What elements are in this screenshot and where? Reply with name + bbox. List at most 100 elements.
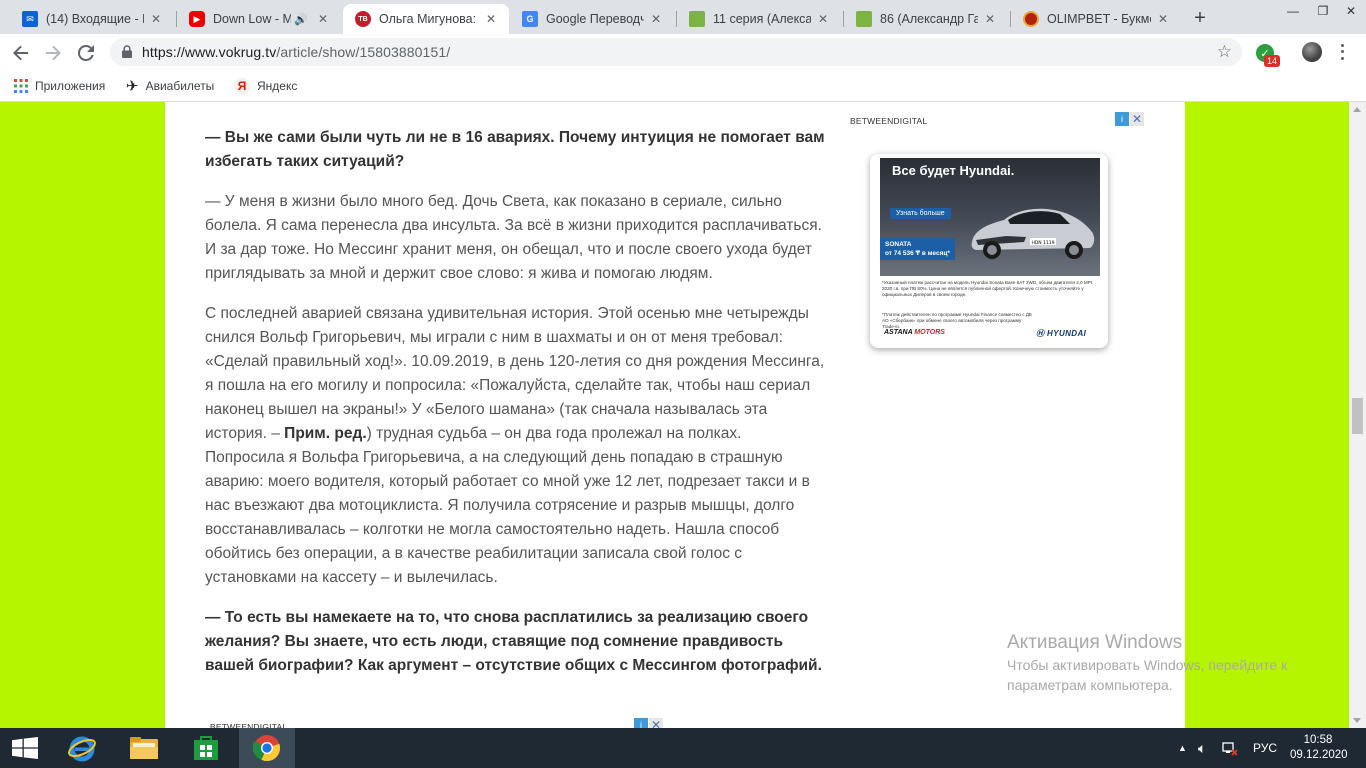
close-icon[interactable]: ✕ [315, 11, 331, 27]
ad-fine-print-2: *Платеж действителен по программе Hyunda… [882, 312, 1032, 329]
taskbar-clock[interactable]: 10:58 09.12.2020 [1290, 733, 1348, 763]
scroll-up-icon[interactable] [1353, 107, 1361, 112]
bookmark-apps[interactable]: Приложения [14, 77, 105, 95]
folder-icon [130, 737, 158, 759]
clock-time: 10:58 [1303, 734, 1333, 746]
ad-model: SONATA [885, 241, 912, 248]
editor-note: Прим. ред. [284, 425, 367, 442]
bookmark-aviabilety[interactable]: ✈ Авиабилеты [126, 77, 214, 95]
close-icon[interactable]: ✕ [1155, 11, 1171, 27]
minimize-button[interactable]: — [1278, 0, 1308, 22]
tab-strip: ✉ (14) Входящие - По ✕ ▶ Down Low - M 🔊 … [0, 0, 1366, 34]
reload-icon [78, 45, 94, 61]
bookmark-label: Яндекс [257, 79, 298, 93]
taskbar-ie[interactable] [54, 728, 110, 768]
ad-plate: HDN 1119 [1031, 240, 1054, 246]
back-button[interactable] [8, 40, 34, 66]
windows-logo-icon [12, 737, 38, 759]
restore-button[interactable]: ❐ [1308, 0, 1338, 22]
airplane-icon: ✈ [126, 78, 139, 95]
ad-close-icon[interactable]: ✕ [649, 718, 663, 728]
extension-badge: 14 [1264, 55, 1281, 67]
ad-network-label: BETWEENDIGITAL [850, 116, 928, 126]
activation-line: Чтобы активировать Windows, перейдите к [1007, 657, 1288, 673]
hyundai-emblem-icon: Ⓗ [1036, 329, 1045, 338]
scroll-down-icon[interactable] [1353, 718, 1361, 723]
forward-button[interactable] [40, 40, 66, 66]
tab-olimpbet[interactable]: OLIMPBET - Букмек ✕ [1011, 4, 1181, 34]
ad-fine-print: *Указанный платеж рассчитан на модель Hy… [882, 280, 1094, 297]
tray-volume[interactable]: 🔈︎ [1198, 728, 1206, 768]
activation-title: Активация Windows [1007, 632, 1183, 653]
ad-info-icon[interactable]: i [1115, 112, 1129, 126]
tab-google-translate[interactable]: G Google Переводчи ✕ [510, 4, 674, 34]
windows-activation-watermark: Активация Windows Чтобы активировать Win… [1007, 632, 1287, 695]
close-window-button[interactable]: ✕ [1336, 0, 1366, 22]
tab-title: 86 (Александр Гаш [880, 12, 978, 26]
bookmark-star-icon[interactable]: ☆ [1217, 42, 1232, 62]
store-icon [194, 736, 218, 760]
ad-image: Все будет Hyundai. Узнать больше SONATA о… [880, 158, 1100, 276]
taskbar-explorer[interactable] [116, 728, 172, 768]
yandex-icon: Я [234, 78, 250, 94]
tray-language[interactable]: РУС [1253, 728, 1277, 768]
interview-answer: С последней аварией связана удивительная… [205, 302, 825, 590]
taskbar-chrome[interactable] [239, 728, 295, 768]
close-icon[interactable]: ✕ [648, 11, 664, 27]
tab-title: Google Переводчи [546, 12, 644, 26]
windows-taskbar: ▲ 🔈︎ РУС 10:58 09.12.2020 [0, 728, 1366, 768]
hyundai-logo: Ⓗ HYUNDAI [1036, 328, 1086, 339]
tray-show-hidden[interactable]: ▲ [1178, 728, 1187, 768]
ad-cta-button[interactable]: Узнать больше [890, 208, 951, 219]
close-icon[interactable]: ✕ [148, 11, 164, 27]
answer-text: С последней аварией связана удивительная… [205, 305, 825, 442]
tab-series-86[interactable]: 86 (Александр Гаш ✕ [844, 4, 1008, 34]
ad-close-icon[interactable]: ✕ [1130, 112, 1144, 126]
olimpbet-icon [1023, 11, 1039, 27]
tray-network[interactable] [1222, 728, 1238, 768]
new-tab-button[interactable]: + [1189, 7, 1211, 29]
taskbar-store[interactable] [178, 728, 234, 768]
bookmark-label: Авиабилеты [145, 79, 215, 93]
arrow-right-icon [46, 45, 61, 61]
scroll-thumb[interactable] [1352, 398, 1363, 434]
google-translate-icon: G [522, 11, 538, 27]
page-scrollbar[interactable] [1349, 102, 1366, 728]
url-host: https://www.vokrug.tv [142, 44, 277, 60]
article-body: — Вы же сами были чуть ли не в 16 авария… [205, 126, 825, 694]
car-image: HDN 1119 [971, 208, 1095, 259]
youtube-icon: ▶ [189, 11, 205, 27]
bookmarks-bar: Приложения ✈ Авиабилеты Я Яндекс [0, 70, 1366, 102]
close-icon[interactable]: ✕ [483, 11, 499, 27]
tab-title: Ольга Мигунова: « [379, 12, 479, 26]
chevron-up-icon: ▲ [1178, 743, 1187, 753]
tab-youtube[interactable]: ▶ Down Low - M 🔊 ✕ [177, 4, 341, 34]
chrome-icon [253, 735, 281, 762]
bookmark-label: Приложения [35, 79, 106, 93]
ad-controls: i ✕ [1115, 112, 1144, 126]
tv-icon: TB [355, 11, 371, 27]
reload-button[interactable] [73, 40, 99, 66]
answer-text: ) трудная судьба – он два года пролежал … [205, 425, 810, 586]
close-icon[interactable]: ✕ [815, 11, 831, 27]
ad-controls: i ✕ [634, 718, 663, 728]
profile-avatar[interactable] [1302, 42, 1322, 62]
close-icon[interactable]: ✕ [982, 11, 998, 27]
tab-series-11[interactable]: 11 серия (Алексан ✕ [677, 4, 841, 34]
brand-name: HYUNDAI [1047, 329, 1087, 338]
start-button[interactable] [0, 728, 50, 768]
address-bar[interactable]: https://www.vokrug.tv/article/show/15803… [110, 38, 1242, 66]
browser-toolbar: https://www.vokrug.tv/article/show/15803… [0, 34, 1366, 70]
menu-button[interactable] [1338, 42, 1346, 62]
network-disconnected-icon [1222, 742, 1238, 756]
ad-info-icon[interactable]: i [634, 718, 648, 728]
tab-vokrug-active[interactable]: TB Ольга Мигунова: « ✕ [343, 4, 509, 34]
astana-motors-logo: ASTANA MOTORS [884, 329, 945, 336]
mail-icon: ✉ [22, 11, 38, 27]
speaker-icon[interactable]: 🔊 [294, 13, 308, 26]
hyundai-ad-banner[interactable]: Все будет Hyundai. Узнать больше SONATA о… [870, 154, 1108, 348]
interview-question: — То есть вы намекаете на то, что снова … [205, 609, 822, 674]
tab-mail[interactable]: ✉ (14) Входящие - По ✕ [10, 4, 174, 34]
bookmark-yandex[interactable]: Я Яндекс [234, 77, 297, 95]
clock-date: 09.12.2020 [1290, 749, 1348, 761]
